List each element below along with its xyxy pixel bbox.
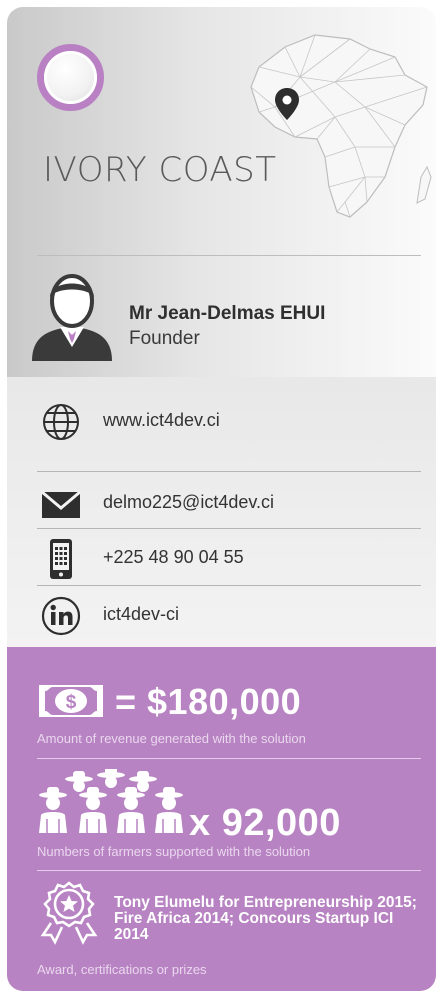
farmers-value: x 92,000	[189, 802, 341, 844]
africa-map-icon	[250, 34, 432, 218]
phone-number[interactable]: +225 48 90 04 55	[103, 547, 244, 568]
stats-divider	[37, 758, 421, 759]
award-icon	[40, 881, 98, 945]
stats-divider	[37, 870, 421, 871]
website-link[interactable]: www.ict4dev.ci	[103, 410, 220, 431]
phone-icon	[50, 539, 72, 579]
contact-website[interactable]: www.ict4dev.ci	[41, 393, 421, 449]
contact-divider	[37, 528, 421, 529]
location-pin-icon	[275, 88, 299, 120]
farmers-caption: Numbers of farmers supported with the so…	[37, 844, 311, 859]
country-title: IVORY COAST	[43, 150, 277, 190]
farmers-icon	[39, 769, 183, 833]
linkedin-link[interactable]: ict4dev-ci	[103, 604, 179, 625]
money-icon: $	[39, 685, 103, 717]
contact-divider	[37, 585, 421, 586]
person-name: Mr Jean-Delmas EHUI	[129, 303, 326, 324]
award-caption: Award, certifications or prizes	[37, 962, 207, 977]
contacts-section: www.ict4dev.ci delmo225@ict4dev.ci +225 …	[7, 377, 436, 647]
profile-card: IVORY COAST Mr Jean-Delmas EHUI Founder …	[7, 7, 436, 991]
contact-divider	[37, 471, 421, 472]
mail-icon	[41, 490, 81, 518]
country-badge-ring	[37, 44, 104, 111]
header-section: IVORY COAST Mr Jean-Delmas EHUI Founder	[7, 7, 436, 377]
contact-email[interactable]: delmo225@ict4dev.ci	[41, 475, 421, 531]
contact-phone[interactable]: +225 48 90 04 55	[41, 530, 421, 586]
person-role: Founder	[129, 328, 200, 349]
svg-text:$: $	[66, 692, 77, 713]
revenue-value: = $180,000	[115, 681, 302, 722]
email-link[interactable]: delmo225@ict4dev.ci	[103, 492, 274, 513]
globe-icon	[43, 404, 79, 440]
header-divider	[37, 255, 421, 256]
person-avatar-icon	[32, 274, 112, 361]
award-text: Tony Elumelu for Entrepreneurship 2015; …	[114, 894, 417, 943]
contact-linkedin[interactable]: ict4dev-ci	[41, 587, 421, 643]
revenue-caption: Amount of revenue generated with the sol…	[37, 731, 306, 746]
linkedin-icon	[41, 596, 81, 636]
